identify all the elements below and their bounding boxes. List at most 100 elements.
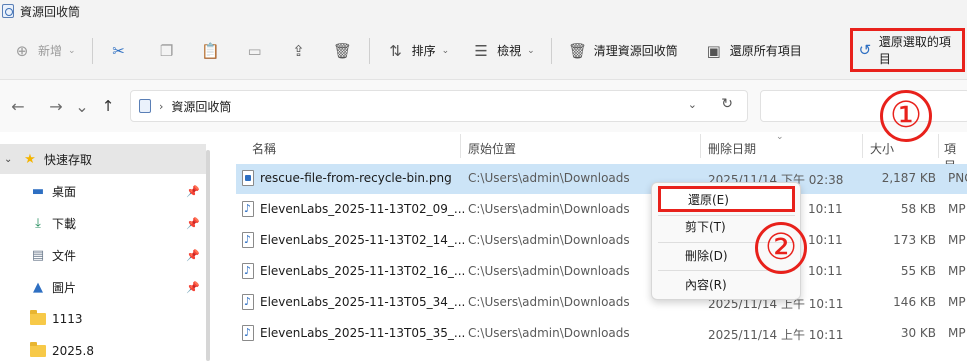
sort-label: 排序 bbox=[411, 44, 436, 58]
rename-button[interactable]: ▭ bbox=[245, 34, 265, 68]
restore-selected-button[interactable]: ↺ 還原選取的項目 bbox=[850, 28, 965, 72]
document-icon: ▤ bbox=[31, 247, 45, 263]
file-type: MP bbox=[948, 202, 966, 216]
sidebar-scrollbar[interactable] bbox=[206, 150, 210, 361]
sidebar-item-label: 1113 bbox=[52, 312, 83, 326]
file-type: MP bbox=[948, 264, 966, 278]
context-item-label: 還原(E) bbox=[688, 192, 729, 207]
file-type: PNG bbox=[948, 171, 967, 185]
window-title: 資源回收筒 bbox=[20, 4, 81, 19]
sidebar-item-folder-1113[interactable]: 1113 bbox=[0, 304, 206, 334]
chevron-down-icon: ⌄ bbox=[527, 45, 535, 56]
audio-file-icon bbox=[242, 263, 254, 279]
context-restore-item[interactable]: 還原(E) bbox=[658, 186, 795, 212]
pictures-icon: ▲ bbox=[33, 279, 43, 295]
copy-button[interactable]: ❐ bbox=[157, 34, 177, 68]
file-size: 30 KB bbox=[900, 326, 936, 340]
file-row[interactable]: ElevenLabs_2025-11-13T02_16_... C:\Users… bbox=[236, 257, 967, 287]
pin-icon[interactable]: 📌 bbox=[186, 249, 200, 262]
column-header: 名稱 原始位置 刪除日期 ⌄ 大小 項目 bbox=[214, 132, 967, 173]
file-location: C:\Users\admin\Downloads bbox=[468, 233, 630, 247]
column-divider[interactable] bbox=[862, 134, 863, 158]
back-arrow-icon[interactable]: ← bbox=[6, 97, 30, 116]
clipboard-icon: 📋 bbox=[201, 41, 220, 60]
context-properties-item[interactable]: 內容(R) bbox=[658, 271, 795, 297]
file-row[interactable]: ElevenLabs_2025-11-13T02_14_... C:\Users… bbox=[236, 226, 967, 256]
column-name[interactable]: 名稱 bbox=[252, 140, 276, 157]
file-size: 55 KB bbox=[900, 264, 936, 278]
sort-chevron-icon: ⌄ bbox=[776, 132, 784, 142]
sidebar-item-label: 桌面 bbox=[52, 184, 77, 199]
sidebar-item-downloads[interactable]: ⤓ 下載 📌 bbox=[0, 208, 206, 238]
file-location: C:\Users\admin\Downloads bbox=[468, 326, 630, 340]
sidebar-item-desktop[interactable]: ▬ 桌面 📌 bbox=[0, 176, 206, 206]
file-row[interactable]: ElevenLabs_2025-11-13T02_09_... C:\Users… bbox=[236, 195, 967, 225]
address-bar[interactable]: › 資源回收筒 ⌄ ↻ bbox=[130, 90, 748, 122]
delete-button[interactable]: 🗑 bbox=[333, 34, 353, 68]
breadcrumb[interactable]: 資源回收筒 bbox=[171, 98, 231, 115]
forward-arrow-icon[interactable]: → bbox=[44, 97, 68, 116]
file-row[interactable]: ElevenLabs_2025-11-13T05_34_... C:\Users… bbox=[236, 288, 967, 318]
toolbar-divider bbox=[91, 37, 93, 64]
sidebar-item-label: 文件 bbox=[52, 248, 77, 263]
context-item-label: 剪下(T) bbox=[685, 219, 726, 234]
column-size[interactable]: 大小 bbox=[870, 140, 894, 157]
column-divider[interactable] bbox=[938, 134, 939, 158]
undo-icon: ↺ bbox=[858, 41, 872, 59]
column-divider[interactable] bbox=[700, 134, 701, 158]
recent-chevron-icon[interactable]: ⌄ bbox=[70, 97, 94, 116]
chevron-down-icon[interactable]: ⌄ bbox=[4, 154, 12, 165]
empty-recycle-bin-button[interactable]: 🗑 清理資源回收筒 bbox=[568, 34, 678, 68]
file-size: 173 KB bbox=[893, 233, 936, 247]
file-name: ElevenLabs_2025-11-13T02_16_... bbox=[260, 264, 466, 278]
file-date: 10:11 bbox=[808, 202, 843, 216]
restore-all-button[interactable]: ▣ 還原所有項目 bbox=[704, 34, 802, 68]
file-date: 10:11 bbox=[808, 233, 843, 247]
share-icon: ⇪ bbox=[292, 41, 305, 60]
file-name: ElevenLabs_2025-11-13T05_35_... bbox=[260, 326, 466, 340]
sidebar-item-documents[interactable]: ▤ 文件 📌 bbox=[0, 240, 206, 270]
sidebar-item-folder-2025-8[interactable]: 2025.8 bbox=[0, 336, 206, 361]
up-arrow-icon[interactable]: ↑ bbox=[96, 97, 120, 115]
empty-bin-icon: 🗑 bbox=[568, 41, 588, 60]
chevron-down-icon: ⌄ bbox=[68, 45, 76, 56]
paste-button[interactable]: 📋 bbox=[201, 34, 221, 68]
column-date-deleted[interactable]: 刪除日期 bbox=[708, 140, 756, 157]
sidebar-item-label: 2025.8 bbox=[52, 344, 94, 358]
context-item-label: 內容(R) bbox=[685, 277, 727, 292]
share-button[interactable]: ⇪ bbox=[289, 34, 309, 68]
pin-icon[interactable]: 📌 bbox=[186, 217, 200, 230]
recycle-bin-icon bbox=[139, 99, 151, 113]
new-button[interactable]: ⊕ 新增 ⌄ bbox=[12, 34, 76, 68]
file-location: C:\Users\admin\Downloads bbox=[468, 171, 630, 185]
file-name: ElevenLabs_2025-11-13T02_14_... bbox=[260, 233, 466, 247]
file-list: 名稱 原始位置 刪除日期 ⌄ 大小 項目 rescue-file-from-re… bbox=[214, 132, 967, 361]
file-location: C:\Users\admin\Downloads bbox=[468, 264, 630, 278]
scissors-icon: ✂ bbox=[112, 41, 125, 60]
file-row[interactable]: ElevenLabs_2025-11-13T05_35_... C:\Users… bbox=[236, 319, 967, 349]
column-divider[interactable] bbox=[460, 134, 461, 158]
sidebar-item-pictures[interactable]: ▲ 圖片 📌 bbox=[0, 272, 206, 302]
pin-icon[interactable]: 📌 bbox=[186, 281, 200, 294]
star-icon: ★ bbox=[24, 151, 36, 167]
pin-icon[interactable]: 📌 bbox=[186, 185, 200, 198]
file-row[interactable]: rescue-file-from-recycle-bin.png C:\User… bbox=[236, 164, 967, 194]
sidebar-item-label: 下載 bbox=[52, 216, 77, 231]
image-file-icon bbox=[242, 170, 254, 186]
cut-button[interactable]: ✂ bbox=[109, 34, 129, 68]
file-type: MP bbox=[948, 233, 966, 247]
file-name: rescue-file-from-recycle-bin.png bbox=[260, 171, 452, 185]
sort-button[interactable]: ⇅ 排序 ⌄ bbox=[386, 34, 449, 68]
file-size: 58 KB bbox=[900, 202, 936, 216]
restore-selected-label: 還原選取的項目 bbox=[878, 35, 951, 66]
view-list-icon: ☰ bbox=[474, 41, 488, 60]
folder-icon bbox=[30, 342, 46, 358]
audio-file-icon bbox=[242, 232, 254, 248]
sidebar-item-quick-access[interactable]: ⌄ ★ 快速存取 bbox=[0, 144, 206, 174]
column-location[interactable]: 原始位置 bbox=[468, 140, 516, 157]
search-input[interactable] bbox=[760, 90, 967, 122]
refresh-icon[interactable]: ↻ bbox=[721, 96, 733, 112]
file-location: C:\Users\admin\Downloads bbox=[468, 202, 630, 216]
address-dropdown-icon[interactable]: ⌄ bbox=[688, 98, 697, 111]
view-button[interactable]: ☰ 檢視 ⌄ bbox=[471, 34, 535, 68]
